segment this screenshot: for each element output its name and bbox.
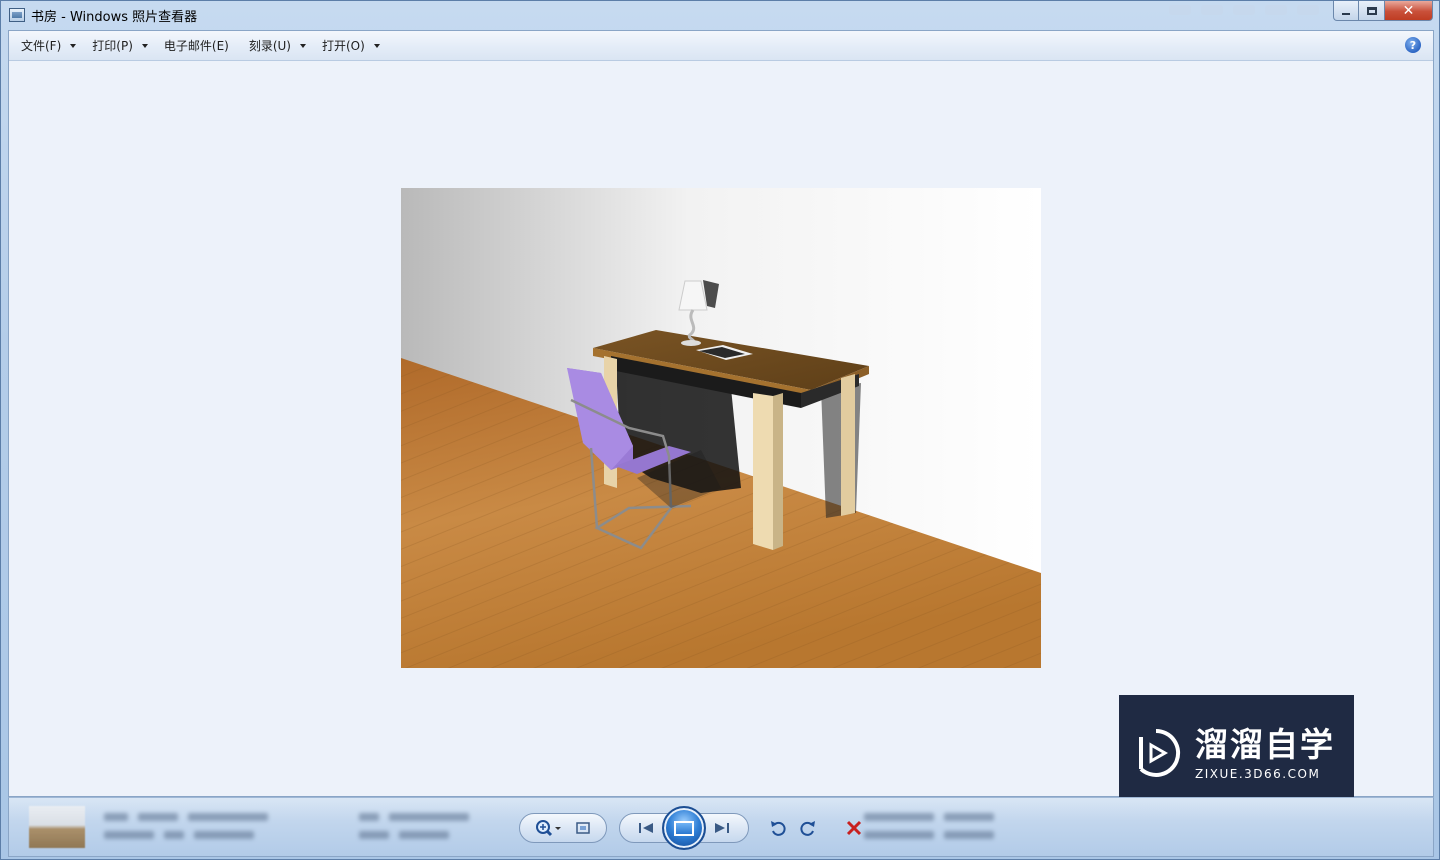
help-icon[interactable]: ?	[1405, 37, 1421, 53]
menu-file[interactable]: 文件(F)	[15, 35, 82, 57]
previous-button[interactable]	[626, 814, 666, 842]
watermark-cn: 溜溜自学	[1195, 724, 1335, 764]
file-info-blurred	[104, 810, 278, 824]
photo-viewer-window: 书房 - Windows 照片查看器 ✕ 文件(F) 打印(P) 电子邮件(E)…	[0, 0, 1440, 860]
file-info-blurred-2	[104, 828, 264, 842]
previous-icon	[639, 823, 653, 833]
zoom-group	[519, 813, 607, 843]
menu-email-label: 电子邮件(E)	[163, 39, 229, 53]
watermark-text: 溜溜自学 ZIXUE.3D66.COM	[1195, 725, 1335, 781]
minimize-icon	[1342, 12, 1350, 15]
delete-button[interactable]	[839, 814, 869, 842]
rotate-left-button[interactable]	[763, 814, 793, 842]
watermark: 溜溜自学 ZIXUE.3D66.COM	[1119, 695, 1354, 810]
photo-display[interactable]	[401, 188, 1041, 668]
window-title: 书房 - Windows 照片查看器	[31, 9, 198, 25]
client-area: 文件(F) 打印(P) 电子邮件(E) 刻录(U) 打开(O) ?	[8, 30, 1434, 797]
delete-icon	[846, 820, 862, 836]
slideshow-icon	[674, 820, 694, 836]
chevron-down-icon	[300, 43, 306, 48]
thumbnail-preview	[29, 806, 85, 848]
menu-open[interactable]: 打开(O)	[316, 35, 386, 57]
minimize-button[interactable]	[1333, 1, 1359, 21]
next-icon	[715, 823, 729, 833]
window-controls: ✕	[1333, 1, 1433, 21]
close-icon: ✕	[1402, 2, 1415, 19]
menu-bar: 文件(F) 打印(P) 电子邮件(E) 刻录(U) 打开(O) ?	[9, 31, 1433, 61]
photo-image	[401, 188, 1041, 668]
title-bar[interactable]: 书房 - Windows 照片查看器 ✕	[1, 1, 1439, 29]
watermark-en: ZIXUE.3D66.COM	[1195, 766, 1321, 781]
file-info-blurred-3	[359, 810, 479, 824]
bottom-toolbar	[8, 797, 1434, 857]
menu-burn[interactable]: 刻录(U)	[243, 35, 312, 57]
file-info-blurred-6	[864, 828, 1004, 842]
fit-to-window-icon	[576, 822, 590, 834]
zoom-icon	[536, 820, 561, 837]
menu-print-label: 打印(P)	[92, 39, 133, 53]
menu-file-label: 文件(F)	[21, 39, 62, 53]
app-icon[interactable]	[9, 8, 25, 22]
zoom-button[interactable]	[528, 814, 568, 842]
menu-burn-label: 刻录(U)	[248, 39, 291, 53]
restore-icon	[1366, 6, 1377, 15]
navigation-group	[619, 806, 749, 850]
maximize-button[interactable]	[1359, 1, 1385, 21]
watermark-play-icon	[1131, 728, 1181, 778]
menu-email[interactable]: 电子邮件(E)	[158, 35, 235, 57]
slideshow-button[interactable]	[662, 806, 706, 850]
rotate-right-button[interactable]	[793, 814, 823, 842]
rotate-right-icon	[800, 821, 815, 836]
title-blur-strip	[1169, 5, 1319, 15]
file-info-blurred-4	[359, 828, 459, 842]
next-button[interactable]	[702, 814, 742, 842]
viewer-controls	[519, 806, 869, 850]
close-button[interactable]: ✕	[1385, 1, 1433, 21]
chevron-down-icon	[141, 43, 148, 48]
chevron-down-icon	[70, 43, 77, 48]
menu-open-label: 打开(O)	[322, 39, 365, 53]
chevron-down-icon	[373, 43, 380, 48]
rotate-left-icon	[771, 821, 786, 836]
file-info-blurred-5	[864, 810, 1004, 824]
fit-to-window-button[interactable]	[568, 814, 598, 842]
menu-print[interactable]: 打印(P)	[86, 35, 154, 57]
